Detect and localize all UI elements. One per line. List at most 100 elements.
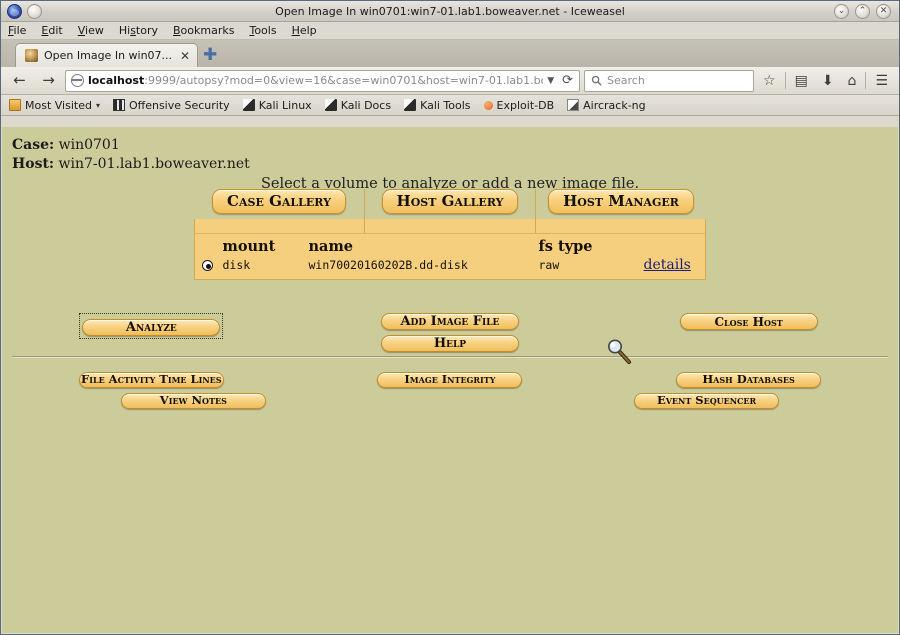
- reader-view-icon[interactable]: ▤: [790, 74, 813, 88]
- analyze-button[interactable]: Analyze: [82, 319, 221, 336]
- toolbar-divider-2: [865, 72, 867, 89]
- bookmark-offensive-security[interactable]: Offensive Security: [112, 98, 230, 112]
- volume-radio-cell[interactable]: [195, 256, 221, 280]
- bookmark-kali-docs-label: Kali Docs: [340, 98, 392, 112]
- menu-item-tools[interactable]: Tools: [249, 24, 276, 37]
- iceweasel-logo-icon: [7, 3, 22, 19]
- dot-icon: [483, 100, 493, 110]
- bookmark-kali-docs[interactable]: Kali Docs: [324, 98, 392, 112]
- forward-icon[interactable]: →: [36, 68, 61, 93]
- analyze-cell: Analyze: [2, 313, 301, 339]
- menu-item-edit-rest: dit: [48, 24, 63, 37]
- analyze-focus-ring: Analyze: [79, 313, 224, 339]
- menu-item-view[interactable]: View: [78, 24, 104, 37]
- tab-close-icon[interactable]: ✕: [178, 50, 190, 62]
- menu-item-tools-rest: ools: [254, 24, 277, 37]
- close-host-button[interactable]: Close Host: [679, 313, 818, 330]
- volume-details-cell: details: [642, 256, 706, 280]
- volume-name: win70020160202B.dd-disk: [308, 258, 468, 272]
- chevron-down-icon: ▾: [95, 100, 100, 110]
- add-image-help-cell: Add Image File Help: [301, 313, 600, 352]
- maximize-icon[interactable]: ⌃: [855, 3, 870, 19]
- bookmark-aircrack-ng-label: Aircrack-ng: [583, 98, 646, 112]
- browser-tab-label: Open Image In win07...: [44, 49, 173, 62]
- hash-databases-button[interactable]: Hash Databases: [676, 372, 822, 388]
- address-bar-host: localhost: [88, 74, 145, 87]
- tab-case-gallery[interactable]: Case Gallery: [194, 189, 364, 219]
- tab-base-cell-1: [195, 219, 364, 233]
- search-placeholder-text: Search: [607, 74, 645, 87]
- help-button[interactable]: Help: [380, 335, 519, 352]
- menu-item-help[interactable]: Help: [292, 24, 317, 37]
- bookmark-kali-linux-label: Kali Linux: [258, 98, 312, 112]
- menu-item-bookmarks-rest: ookmarks: [180, 24, 235, 37]
- navigation-toolbar: ← → localhost:9999/autopsy?mod=0&view=16…: [1, 67, 899, 95]
- volume-table: mount name fs type disk win70020160202B.…: [194, 233, 706, 280]
- case-info: Case: win0701 Host: win7-01.lab1.boweave…: [12, 136, 898, 174]
- image-integrity-button[interactable]: Image Integrity: [377, 372, 523, 388]
- page-icon: [567, 99, 580, 111]
- host-value: win7-01.lab1.boweaver.net: [58, 156, 250, 172]
- toolbar-divider: [784, 72, 786, 89]
- table-header-row: mount name fs type: [195, 234, 706, 257]
- tab-host-manager[interactable]: Host Manager: [535, 189, 706, 219]
- bookmark-offensive-security-label: Offensive Security: [128, 98, 230, 112]
- folder-icon: [9, 99, 21, 111]
- bookmarks-bar: Most Visited ▾ Offensive Security Kali L…: [1, 95, 899, 116]
- home-icon[interactable]: ⌂: [843, 74, 862, 88]
- menu-bar: File Edit View History Bookmarks Tools H…: [1, 22, 899, 40]
- dragon-icon: [324, 99, 337, 111]
- menu-item-view-rest: iew: [85, 24, 104, 37]
- new-tab-icon[interactable]: ✚: [198, 43, 222, 67]
- menu-item-file[interactable]: File: [8, 24, 26, 37]
- menu-item-edit[interactable]: Edit: [41, 24, 62, 37]
- dragon-icon: [404, 99, 417, 111]
- menu-item-history[interactable]: History: [119, 24, 158, 37]
- window-menu-button[interactable]: [27, 3, 42, 19]
- menu-item-bookmarks[interactable]: Bookmarks: [173, 24, 234, 37]
- bookmark-most-visited[interactable]: Most Visited ▾: [9, 99, 100, 112]
- address-bar[interactable]: localhost:9999/autopsy?mod=0&view=16&cas…: [65, 69, 581, 92]
- chevron-down-icon[interactable]: ▼: [547, 76, 554, 86]
- close-icon[interactable]: ✕: [876, 3, 891, 19]
- minimize-icon[interactable]: ⌄: [834, 3, 849, 19]
- view-notes-button[interactable]: View Notes: [120, 393, 266, 409]
- bookmark-kali-tools-label: Kali Tools: [420, 98, 471, 112]
- menu-item-help-key: H: [291, 24, 300, 37]
- window-controls: ⌄ ⌃ ✕: [834, 3, 895, 19]
- title-bar-left-icons: [5, 3, 42, 19]
- address-bar-path: :9999/autopsy?mod=0&view=16&case=win0701…: [144, 74, 544, 87]
- case-value: win0701: [58, 137, 120, 153]
- downloads-icon[interactable]: ⬇: [817, 74, 839, 88]
- image-integrity-cell: Image Integrity: [301, 372, 600, 388]
- tab-host-gallery-label: Host Gallery: [381, 189, 519, 214]
- add-image-file-button[interactable]: Add Image File: [380, 313, 519, 330]
- host-row: Host: win7-01.lab1.boweaver.net: [12, 155, 898, 174]
- site-identity-icon[interactable]: [71, 74, 84, 87]
- reload-icon[interactable]: ⟳: [558, 73, 576, 88]
- volume-fs-type: raw: [538, 258, 560, 272]
- action-button-row: Analyze Add Image File Help Close Host: [2, 313, 898, 352]
- back-icon[interactable]: ←: [7, 68, 32, 93]
- tab-case-gallery-label: Case Gallery: [212, 189, 346, 214]
- header-name: name: [308, 238, 354, 255]
- hamburger-menu-icon[interactable]: ☰: [870, 74, 893, 88]
- bookmark-kali-linux[interactable]: Kali Linux: [242, 98, 312, 112]
- table-row: disk win70020160202B.dd-disk raw details: [195, 256, 706, 280]
- tab-host-gallery[interactable]: Host Gallery: [364, 189, 535, 219]
- bookmark-kali-tools[interactable]: Kali Tools: [404, 98, 471, 112]
- menu-item-bookmarks-key: B: [173, 24, 181, 37]
- close-host-cell: Close Host: [599, 313, 898, 330]
- search-input[interactable]: Search: [584, 69, 755, 92]
- address-bar-text: localhost:9999/autopsy?mod=0&view=16&cas…: [88, 74, 543, 87]
- volume-radio-icon[interactable]: [202, 260, 214, 271]
- menu-item-view-key: V: [77, 24, 86, 37]
- volume-mount: disk: [222, 258, 251, 272]
- details-link[interactable]: details: [644, 257, 691, 273]
- file-activity-time-lines-button[interactable]: File Activity Time Lines: [78, 372, 224, 388]
- browser-tab-active[interactable]: Open Image In win07... ✕: [15, 43, 199, 67]
- bookmark-star-icon[interactable]: ☆: [758, 74, 781, 88]
- bookmark-exploit-db[interactable]: Exploit-DB: [483, 99, 554, 112]
- bookmark-aircrack-ng[interactable]: Aircrack-ng: [567, 99, 646, 112]
- event-sequencer-button[interactable]: Event Sequencer: [634, 393, 780, 409]
